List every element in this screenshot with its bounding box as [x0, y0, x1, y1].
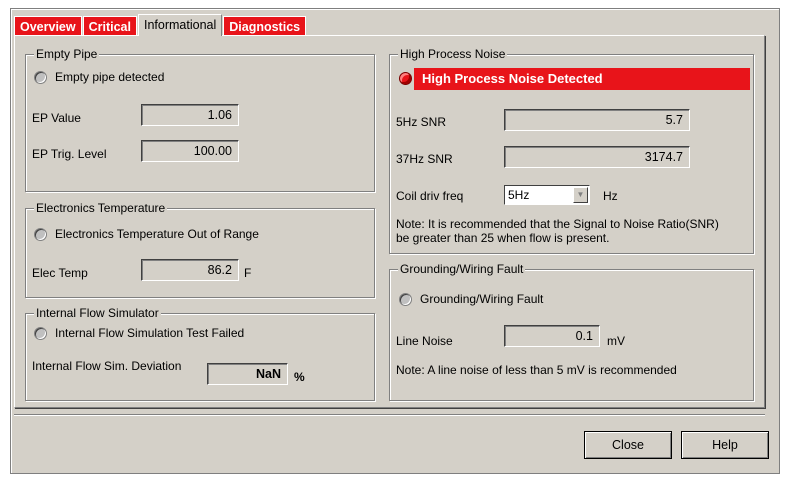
snr5-label: 5Hz SNR — [396, 115, 447, 129]
electronics-temp-status-label: Electronics Temperature Out of Range — [55, 227, 259, 241]
electronics-temp-group: Electronics Temperature Electronics Temp… — [25, 201, 375, 298]
snr-note-line1: Note: It is recommended that the Signal … — [396, 217, 719, 231]
coil-freq-select[interactable]: 5Hz ▼ — [504, 185, 590, 205]
grounding-group: Grounding/Wiring Fault Grounding/Wiring … — [389, 262, 754, 401]
process-noise-alert-banner: High Process Noise Detected — [414, 68, 750, 90]
line-noise-field: 0.1 — [504, 325, 600, 347]
process-noise-group: High Process Noise High Process Noise De… — [389, 47, 754, 254]
tab-strip: Overview Critical Informational Diagnost… — [14, 14, 307, 36]
grounding-status-label: Grounding/Wiring Fault — [420, 292, 544, 306]
flow-deviation-field: NaN — [207, 363, 288, 385]
close-button[interactable]: Close — [584, 431, 672, 459]
snr-note-line2: be greater than 25 when flow is present. — [396, 231, 610, 245]
coil-freq-label: Coil driv freq — [396, 189, 464, 203]
electronics-temp-indicator-icon — [34, 228, 47, 241]
ep-trig-field: 100.00 — [141, 140, 239, 162]
tab-informational[interactable]: Informational — [137, 14, 223, 36]
coil-freq-value: 5Hz — [508, 188, 530, 202]
electronics-temp-title: Electronics Temperature — [34, 201, 168, 215]
line-noise-unit: mV — [607, 334, 625, 348]
flow-simulator-indicator-icon — [34, 327, 47, 340]
grounding-title: Grounding/Wiring Fault — [398, 262, 526, 276]
flow-deviation-label: Internal Flow Sim. Deviation — [32, 359, 182, 373]
button-bar-divider — [14, 414, 765, 415]
empty-pipe-status-label: Empty pipe detected — [55, 70, 165, 84]
snr5-field: 5.7 — [504, 109, 690, 131]
ep-trig-label: EP Trig. Level — [32, 147, 107, 161]
elec-temp-field: 86.2 — [141, 259, 239, 281]
tab-overview[interactable]: Overview — [14, 16, 82, 36]
flow-simulator-status-label: Internal Flow Simulation Test Failed — [55, 326, 245, 340]
line-noise-note: Note: A line noise of less than 5 mV is … — [396, 363, 677, 377]
empty-pipe-title: Empty Pipe — [34, 47, 100, 61]
help-button[interactable]: Help — [681, 431, 769, 459]
flow-simulator-title: Internal Flow Simulator — [34, 306, 161, 320]
line-noise-label: Line Noise — [396, 334, 453, 348]
snr37-label: 37Hz SNR — [396, 152, 453, 166]
elec-temp-label: Elec Temp — [32, 266, 88, 280]
elec-temp-unit: F — [244, 266, 252, 280]
snr37-field: 3174.7 — [504, 146, 690, 168]
grounding-indicator-icon — [399, 293, 412, 306]
flow-simulator-group: Internal Flow Simulator Internal Flow Si… — [25, 306, 375, 401]
process-noise-alert-icon — [399, 72, 412, 85]
flow-deviation-unit: % — [294, 370, 305, 384]
tab-diagnostics[interactable]: Diagnostics — [223, 16, 307, 36]
ep-value-field: 1.06 — [141, 104, 239, 126]
tab-critical[interactable]: Critical — [82, 16, 137, 36]
coil-freq-unit: Hz — [603, 189, 618, 203]
tab-panel: Empty Pipe Empty pipe detected EP Value … — [14, 35, 765, 408]
ep-value-label: EP Value — [32, 111, 81, 125]
process-noise-title: High Process Noise — [398, 47, 508, 61]
chevron-down-icon[interactable]: ▼ — [573, 187, 588, 203]
empty-pipe-group: Empty Pipe Empty pipe detected EP Value … — [25, 47, 375, 192]
empty-pipe-indicator-icon — [34, 71, 47, 84]
